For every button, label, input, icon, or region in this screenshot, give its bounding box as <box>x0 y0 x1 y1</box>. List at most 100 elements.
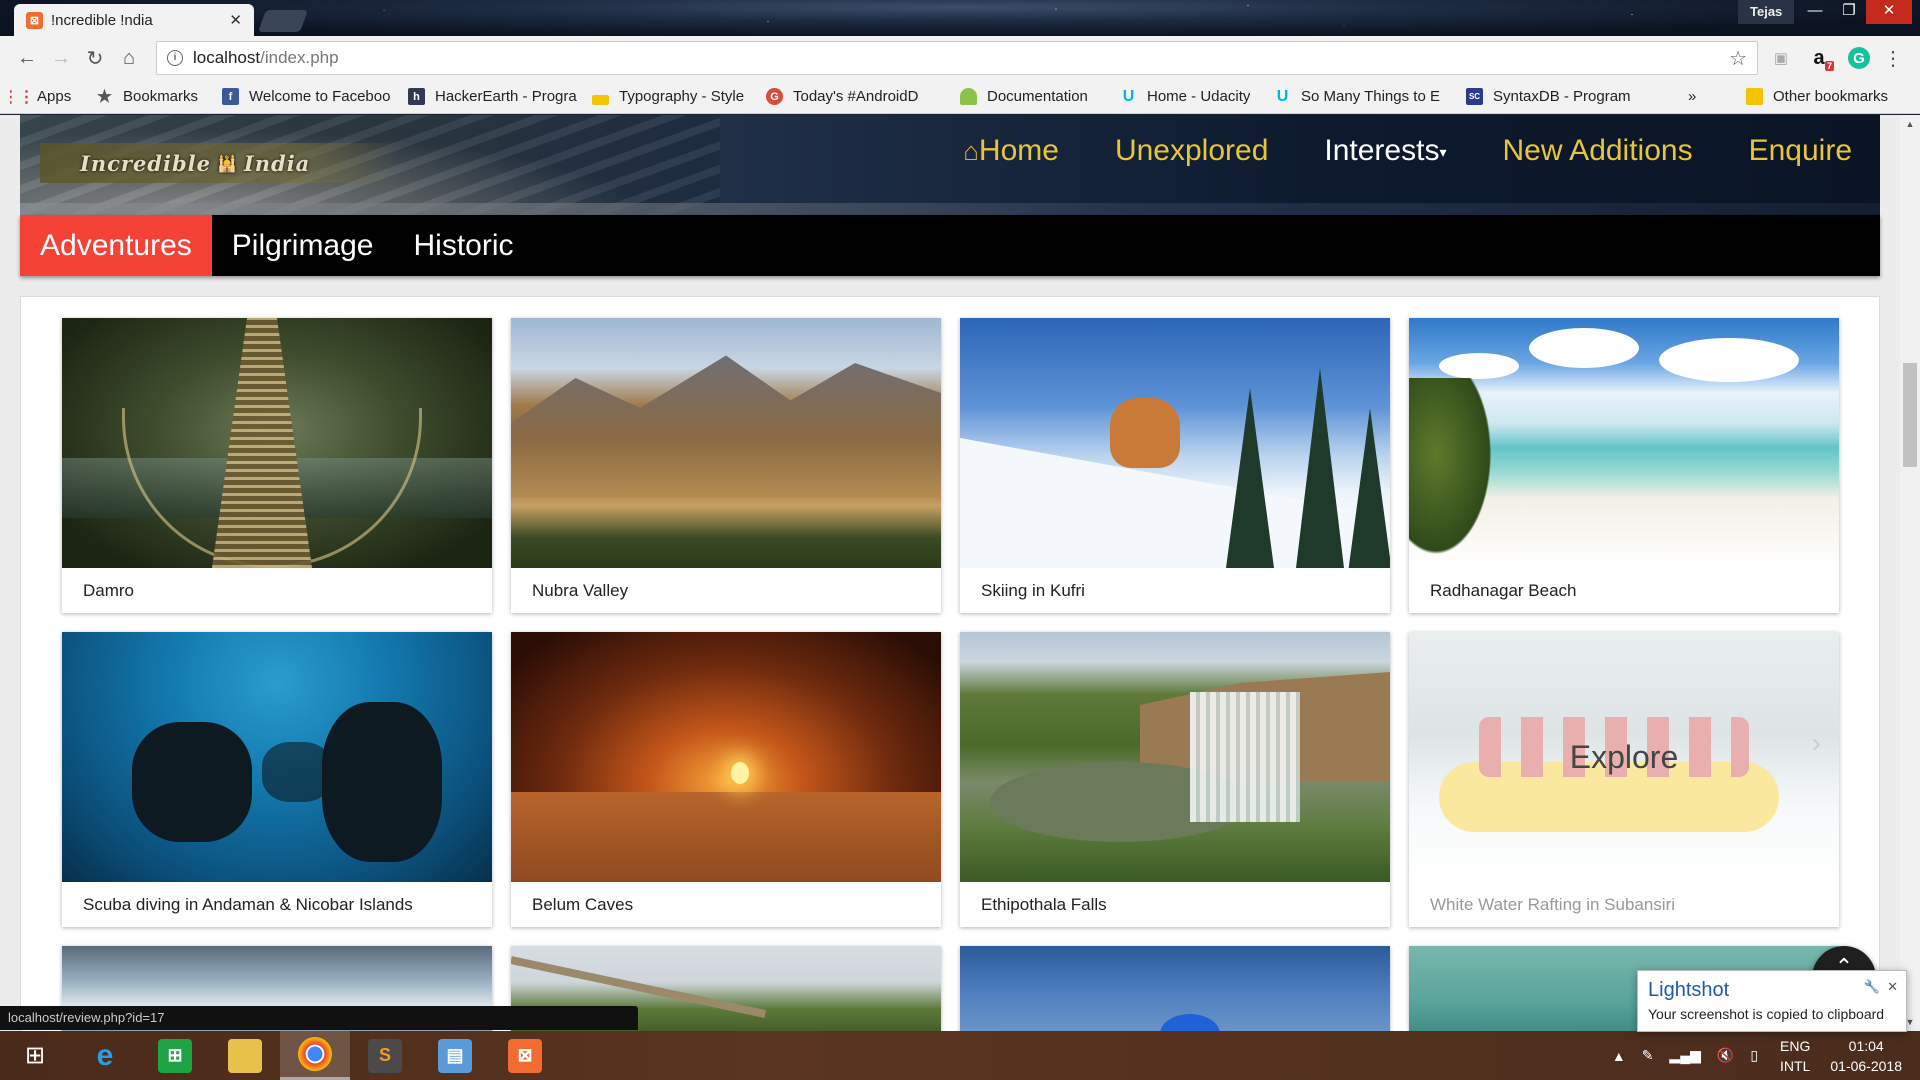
close-icon[interactable]: ✕ <box>1887 979 1898 994</box>
syntaxdb-icon: SC <box>1466 88 1483 105</box>
nav-new-additions[interactable]: New Additions <box>1474 133 1720 170</box>
other-bookmarks[interactable]: Other bookmarks <box>1746 88 1888 105</box>
taskbar-store[interactable]: ⊞ <box>140 1031 210 1080</box>
grammarly-extension-icon[interactable]: G <box>1848 47 1870 69</box>
card-image <box>960 632 1390 882</box>
home-icon[interactable]: ⌂ <box>112 41 146 75</box>
category-tabs: Adventures Pilgrimage Historic <box>20 215 1880 276</box>
forward-icon[interactable]: → <box>44 41 78 75</box>
scroll-up-arrow-icon[interactable]: ▲ <box>1900 115 1920 133</box>
link-status-bubble: localhost/review.php?id=17 <box>0 1006 638 1030</box>
chrome-menu-icon[interactable]: ⋮ <box>1878 43 1908 73</box>
internet-explorer-icon: e <box>96 1038 114 1072</box>
card-grid: Damro Nubra Valley Skiing in Kufri Radha… <box>62 318 1839 1031</box>
bookmark-bookmarks[interactable]: ★ Bookmarks <box>96 88 208 105</box>
nav-unexplored[interactable]: Unexplored <box>1087 133 1296 170</box>
address-bar[interactable]: i localhost/index.php ☆ <box>156 41 1758 75</box>
tab-close-icon[interactable]: ✕ <box>229 11 242 29</box>
new-tab-button[interactable] <box>257 10 309 32</box>
card-caption: White Water Rafting in Subansiri <box>1430 895 1676 914</box>
taskbar-xampp[interactable]: ⊠ <box>490 1031 560 1080</box>
windows-taskbar: ⊞ e ⊞ S ▤ ⊠ ▲ ✎ ▂▄▆ 🔇 ▯ ENG INTL 01:04 01-… <box>0 1031 1920 1080</box>
card-caption: Radhanagar Beach <box>1430 581 1577 600</box>
tab-historic[interactable]: Historic <box>394 215 534 276</box>
lightshot-notification[interactable]: Lightshot Your screenshot is copied to c… <box>1637 970 1907 1032</box>
pen-icon[interactable]: ✎ <box>1642 1047 1654 1064</box>
card-nubra-valley[interactable]: Nubra Valley <box>511 318 941 613</box>
back-icon[interactable]: ← <box>10 41 44 75</box>
taskbar-chrome[interactable] <box>280 1031 350 1080</box>
battery-icon[interactable]: ▯ <box>1750 1047 1758 1064</box>
show-hidden-icons-icon[interactable]: ▲ <box>1612 1048 1626 1064</box>
page-viewport: Incredible 🕌 India ⌂Home Unexplored Intere… <box>0 115 1900 1031</box>
input-language[interactable]: ENG INTL <box>1780 1036 1810 1076</box>
tab-pilgrimage[interactable]: Pilgrimage <box>212 215 394 276</box>
card-scuba-andaman[interactable]: Scuba diving in Andaman & Nicobar Island… <box>62 632 492 927</box>
nav-home[interactable]: ⌂Home <box>935 133 1087 170</box>
system-tray: ▲ ✎ ▂▄▆ 🔇 ▯ ENG INTL 01:04 01-06-2018 <box>1604 1031 1920 1080</box>
chrome-icon <box>298 1037 332 1071</box>
minimize-icon[interactable]: — <box>1798 0 1832 24</box>
taskbar-sublime[interactable]: S <box>350 1031 420 1080</box>
bookmarks-overflow-button[interactable]: » <box>1688 88 1724 105</box>
card-caption: Ethipothala Falls <box>981 895 1107 914</box>
amazon-extension-icon[interactable]: a7 <box>1804 43 1834 73</box>
site-logo[interactable]: Incredible 🕌 India <box>40 143 400 183</box>
notification-message: Your screenshot is copied to clipboard <box>1648 1006 1885 1022</box>
taskbar-control-panel[interactable]: ▤ <box>420 1031 490 1080</box>
cards-container: Damro Nubra Valley Skiing in Kufri Radha… <box>20 296 1880 1031</box>
wrench-icon[interactable]: 🔧 <box>1864 979 1880 994</box>
android-icon <box>960 88 977 105</box>
network-icon[interactable]: ▂▄▆ <box>1669 1047 1700 1064</box>
bookmark-hackerearth[interactable]: h HackerEarth - Progra <box>408 88 578 105</box>
bookmark-facebook[interactable]: f Welcome to Faceboo <box>222 88 394 105</box>
nav-enquire[interactable]: Enquire <box>1721 133 1880 170</box>
bookmark-udacity-things[interactable]: U So Many Things to E <box>1274 88 1452 105</box>
bookmark-apps[interactable]: ⋮⋮ Apps <box>10 88 82 105</box>
browser-toolbar: ← → ↻ ⌂ i localhost/index.php ☆ ▣ a7 G ⋮ <box>0 36 1920 80</box>
extension-icon[interactable]: ▣ <box>1766 43 1796 73</box>
start-button[interactable]: ⊞ <box>0 1031 70 1080</box>
bookmark-syntaxdb[interactable]: SC SyntaxDB - Program <box>1466 88 1634 105</box>
card-ethipothala-falls[interactable]: Ethipothala Falls <box>960 632 1390 927</box>
card-caption: Skiing in Kufri <box>981 581 1085 600</box>
close-icon[interactable]: ✕ <box>1866 0 1912 24</box>
page-scrollbar[interactable]: ▲ ▼ <box>1900 115 1920 1031</box>
bookmark-star-icon[interactable]: ☆ <box>1729 46 1747 71</box>
bookmark-android-developers[interactable]: G Today's #AndroidD <box>766 88 946 105</box>
tab-adventures[interactable]: Adventures <box>20 215 212 276</box>
card-caption: Damro <box>83 581 135 600</box>
url-text[interactable]: localhost/index.php <box>193 48 1729 68</box>
card-rafting-subansiri[interactable]: Explore › White Water Rafting in Subansi… <box>1409 632 1839 927</box>
nav-interests[interactable]: Interests▾ <box>1296 133 1474 170</box>
info-icon[interactable]: i <box>167 50 183 66</box>
profile-button[interactable]: Tejas <box>1738 0 1795 24</box>
volume-muted-icon[interactable]: 🔇 <box>1717 1047 1734 1064</box>
control-panel-icon: ▤ <box>438 1038 472 1073</box>
card-damro[interactable]: Damro <box>62 318 492 613</box>
card-partial[interactable] <box>960 946 1390 1031</box>
card-belum-caves[interactable]: Belum Caves <box>511 632 941 927</box>
bookmark-typography[interactable]: Typography - Style <box>592 88 752 105</box>
scrollbar-thumb[interactable] <box>1903 363 1917 467</box>
sublime-text-icon: S <box>368 1038 402 1073</box>
udacity-icon: U <box>1122 88 1135 105</box>
folder-icon <box>592 94 609 105</box>
udacity-icon: U <box>1276 88 1289 105</box>
card-image <box>62 318 492 568</box>
taskbar-file-explorer[interactable] <box>210 1031 280 1080</box>
bookmark-udacity-home[interactable]: U Home - Udacity <box>1120 88 1260 105</box>
card-skiing-kufri[interactable]: Skiing in Kufri <box>960 318 1390 613</box>
explore-overlay[interactable]: Explore <box>1409 632 1839 882</box>
system-clock[interactable]: 01:04 01-06-2018 <box>1830 1036 1902 1076</box>
restore-icon[interactable]: ❐ <box>1832 0 1866 24</box>
taskbar-internet-explorer[interactable]: e <box>70 1031 140 1080</box>
browser-tab[interactable]: ⊠ !ncredible !ndia ✕ <box>14 4 254 36</box>
card-image <box>511 318 941 568</box>
reload-icon[interactable]: ↻ <box>78 41 112 75</box>
card-radhanagar-beach[interactable]: Radhanagar Beach <box>1409 318 1839 613</box>
main-nav: ⌂Home Unexplored Interests▾ New Addition… <box>935 133 1880 170</box>
site-header: Incredible 🕌 India ⌂Home Unexplored Intere… <box>20 115 1880 215</box>
bookmark-documentation[interactable]: Documentation <box>960 88 1106 105</box>
browser-title-bar: ⊠ !ncredible !ndia ✕ Tejas — ❐ ✕ <box>0 0 1920 36</box>
